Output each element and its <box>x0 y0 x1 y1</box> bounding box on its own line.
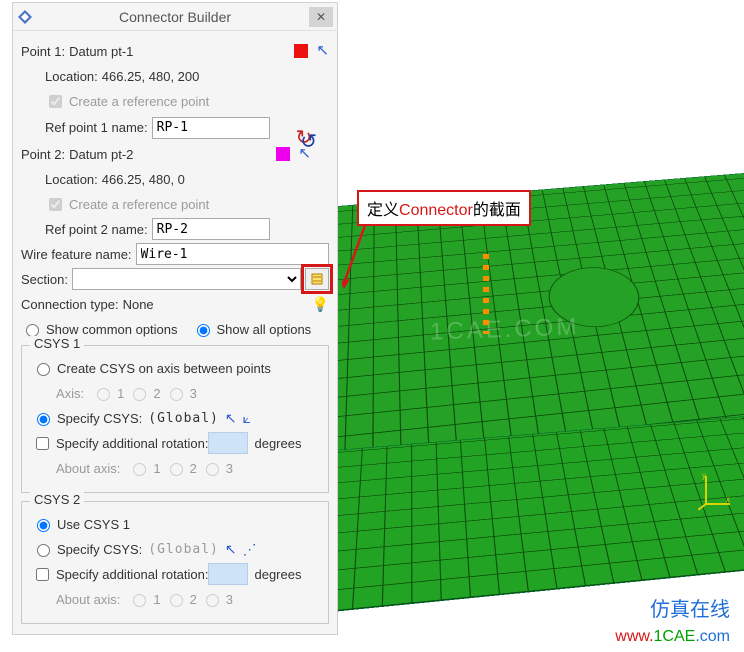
watermark: 1CAE.COM <box>430 313 580 346</box>
point1-row: Point 1: Datum pt-1 ↖ <box>21 40 329 62</box>
csys2-use1-label: Use CSYS 1 <box>57 517 130 532</box>
csys2-degrees-label: degrees <box>254 567 301 582</box>
csys2-specify-label: Specify CSYS: <box>57 542 142 557</box>
csys1-global: (Global) <box>148 411 219 426</box>
csys1-about-2 <box>170 463 183 476</box>
csys1-create-label: Create CSYS on axis between points <box>57 361 271 376</box>
svg-text:x: x <box>726 495 730 504</box>
point1-color-swatch[interactable] <box>294 44 308 58</box>
show-all-label: Show all options <box>217 322 312 337</box>
close-button[interactable]: ✕ <box>309 7 333 27</box>
point1-datum: Datum pt-1 <box>69 44 133 59</box>
point2-loc-label: Location: <box>45 172 98 187</box>
create-section-button[interactable] <box>305 268 329 290</box>
point2-row: Point 2: Datum pt-2 ↖ <box>21 143 329 165</box>
csys2-use1-option[interactable]: Use CSYS 1 <box>32 516 130 532</box>
csys1-degrees-input[interactable] <box>208 432 248 454</box>
point2-label: Point 2: <box>21 147 65 162</box>
csys2-axes-icon: ⋰ <box>243 541 257 558</box>
wire-name-input[interactable] <box>136 243 329 265</box>
tip-icon[interactable]: 💡 <box>312 296 329 313</box>
csys2-about-1 <box>133 594 146 607</box>
ref2-name-input[interactable] <box>152 218 270 240</box>
point1-location: 466.25, 480, 200 <box>102 69 200 84</box>
show-all-option[interactable]: Show all options <box>192 321 312 337</box>
csys2-about-label: About axis: <box>56 592 120 607</box>
callout-p3: 的截面 <box>473 202 521 219</box>
csys2-about-2 <box>170 594 183 607</box>
pick-csys2-icon: ↖ <box>225 541 237 558</box>
csys1-addl-rot-checkbox[interactable] <box>36 437 49 450</box>
show-common-option[interactable]: Show common options <box>21 321 178 337</box>
csys2-about-row: About axis: 1 2 3 <box>32 588 318 610</box>
point2-datum: Datum pt-2 <box>69 147 133 162</box>
show-common-label: Show common options <box>46 322 178 337</box>
conn-type-label: Connection type: <box>21 297 119 312</box>
ref2-name-label: Ref point 2 name: <box>45 222 148 237</box>
point2-create-ref-checkbox <box>49 198 62 211</box>
csys1-create-option[interactable]: Create CSYS on axis between points <box>32 360 271 376</box>
pick-point2-icon[interactable]: ↖ <box>298 144 311 162</box>
callout-p1: 定义 <box>367 202 399 219</box>
point1-create-ref-checkbox <box>49 95 62 108</box>
connector-preview-line <box>483 254 489 334</box>
section-label: Section: <box>21 272 68 287</box>
csys1-addl-label: Specify additional rotation: <box>56 436 208 451</box>
csys2-group: CSYS 2 Use CSYS 1 Specify CSYS: (Global)… <box>21 501 329 624</box>
conn-type-value: None <box>123 297 154 312</box>
point2-create-ref-label: Create a reference point <box>69 197 209 212</box>
csys2-addl-label: Specify additional rotation: <box>56 567 208 582</box>
connector-builder-dialog: Connector Builder ✕ Point 1: Datum pt-1 … <box>12 2 338 635</box>
point1-create-ref-label: Create a reference point <box>69 94 209 109</box>
csys1-about-row: About axis: 1 2 3 <box>32 457 318 479</box>
ref1-name-input[interactable] <box>152 117 270 139</box>
csys1-axis-row: Axis: 1 2 3 <box>32 382 318 404</box>
csys2-degrees-input[interactable] <box>208 563 248 585</box>
point2-location: 466.25, 480, 0 <box>102 172 185 187</box>
point1-loc-label: Location: <box>45 69 98 84</box>
titlebar[interactable]: Connector Builder ✕ <box>13 3 337 31</box>
point2-color-swatch[interactable] <box>276 147 290 161</box>
csys1-specify-label: Specify CSYS: <box>57 411 142 426</box>
csys1-axis-label: Axis: <box>56 386 84 401</box>
csys2-global: (Global) <box>148 542 219 557</box>
pick-csys1-icon[interactable]: ↖ <box>225 410 237 427</box>
csys1-axis-3 <box>170 388 183 401</box>
svg-text:y: y <box>702 471 706 480</box>
footer-url: www.1CAE.com <box>615 628 730 646</box>
csys1-group: CSYS 1 Create CSYS on axis between point… <box>21 345 329 493</box>
csys1-degrees-label: degrees <box>254 436 301 451</box>
csys1-axis-1 <box>97 388 110 401</box>
callout-p2: Connector <box>399 202 473 219</box>
wire-label: Wire feature name: <box>21 247 132 262</box>
ref1-name-label: Ref point 1 name: <box>45 120 148 135</box>
csys1-about-1 <box>133 463 146 476</box>
section-combo[interactable] <box>72 268 301 290</box>
csys2-title: CSYS 2 <box>30 492 84 507</box>
csys2-addl-rot-checkbox[interactable] <box>36 568 49 581</box>
csys1-about-3 <box>206 463 219 476</box>
pick-point1-icon[interactable]: ↖ <box>316 41 329 59</box>
point1-label: Point 1: <box>21 44 65 59</box>
csys1-specify-option[interactable]: Specify CSYS: <box>32 410 142 426</box>
view-triad: x y <box>698 470 734 510</box>
footer-cn: 仿真在线 <box>650 593 730 622</box>
csys1-title: CSYS 1 <box>30 336 84 351</box>
app-icon <box>17 9 33 25</box>
csys1-axis-2 <box>133 388 146 401</box>
csys2-about-3 <box>206 594 219 607</box>
csys1-about-label: About axis: <box>56 461 120 476</box>
csys2-specify-option[interactable]: Specify CSYS: <box>32 541 142 557</box>
annotation-callout: 定义Connector的截面 <box>357 190 531 226</box>
dialog-title: Connector Builder <box>41 9 309 25</box>
csys1-axes-icon[interactable]: ⟀ <box>243 410 251 427</box>
